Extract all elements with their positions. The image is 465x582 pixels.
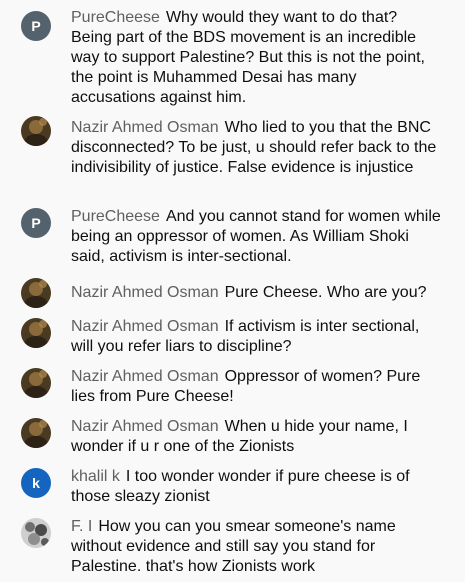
comment-text: I too wonder wonder if pure cheese is of… <box>71 468 410 505</box>
author-name[interactable]: Nazir Ahmed Osman <box>71 119 219 136</box>
author-name[interactable]: Nazir Ahmed Osman <box>71 418 219 435</box>
comment-body: PureCheese And you cannot stand for women… <box>71 207 441 267</box>
author-name[interactable]: khalil k <box>71 468 120 485</box>
comment-body: Nazir Ahmed Osman If activism is inter se… <box>71 317 441 357</box>
profile-photo-icon[interactable] <box>21 278 51 308</box>
comment-text: Pure Cheese. Who are you? <box>224 284 427 301</box>
comment-body: F. I How you can you smear someone's name… <box>71 517 441 577</box>
comment-text: How you can you smear someone's name wit… <box>71 518 396 575</box>
comment-body: Nazir Ahmed Osman Pure Cheese. Who are yo… <box>71 283 441 303</box>
profile-photo-icon[interactable] <box>21 318 51 348</box>
comment-body: PureCheese Why would they want to do that… <box>71 8 441 108</box>
author-name[interactable]: Nazir Ahmed Osman <box>71 284 219 301</box>
comment-body: Nazir Ahmed Osman When u hide your name, … <box>71 417 441 457</box>
profile-photo-icon[interactable] <box>21 116 51 146</box>
author-name[interactable]: Nazir Ahmed Osman <box>71 318 219 335</box>
author-avatar[interactable]: P <box>21 208 51 238</box>
author-avatar[interactable]: k <box>21 468 51 498</box>
author-name[interactable]: Nazir Ahmed Osman <box>71 368 219 385</box>
profile-photo-icon[interactable] <box>21 418 51 448</box>
profile-photo-icon[interactable] <box>21 518 51 548</box>
profile-photo-icon[interactable] <box>21 368 51 398</box>
comment-body: Nazir Ahmed Osman Oppressor of women? Pur… <box>71 367 441 407</box>
author-avatar[interactable]: P <box>21 11 51 41</box>
author-name[interactable]: PureCheese <box>71 208 160 225</box>
author-name[interactable]: F. I <box>71 518 92 535</box>
comment-body: Nazir Ahmed Osman Who lied to you that th… <box>71 118 441 178</box>
comment-body: khalil kI too wonder wonder if pure chee… <box>71 467 441 507</box>
author-name[interactable]: PureCheese <box>71 9 160 26</box>
